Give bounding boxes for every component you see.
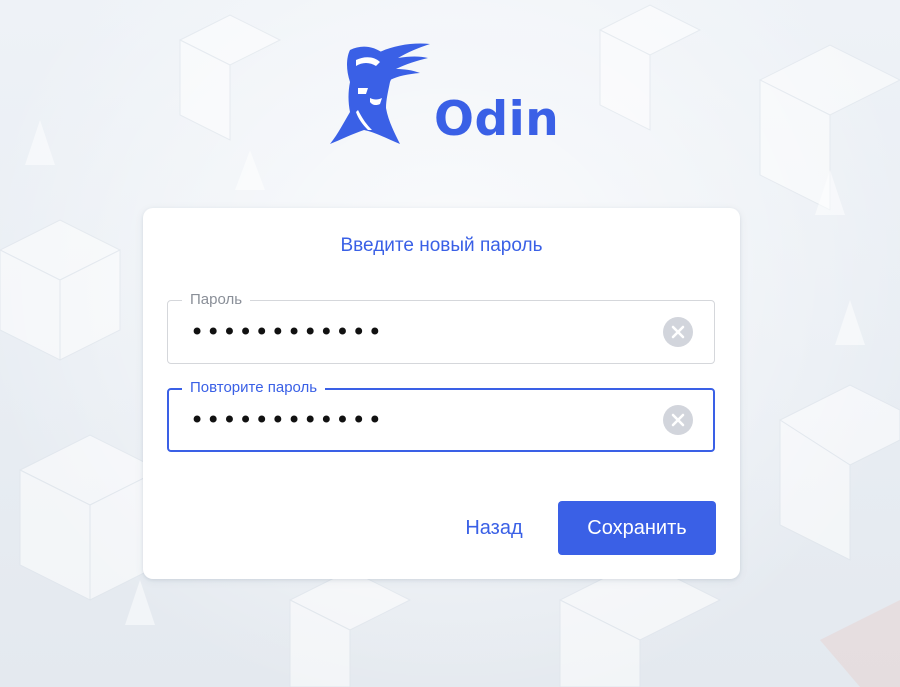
reset-password-card: Введите новый пароль Пароль ••••••••••••…: [143, 208, 740, 579]
form-title: Введите новый пароль: [340, 235, 543, 256]
password-field-value[interactable]: ••••••••••••: [190, 319, 384, 345]
password-field-label: Пароль: [182, 291, 251, 309]
clear-password-button[interactable]: [663, 317, 693, 347]
brand-name: Odin: [434, 92, 560, 147]
clear-circle-icon: [671, 325, 685, 339]
confirm-password-field-value[interactable]: ••••••••••••: [190, 407, 384, 433]
odin-logo: Odin: [328, 42, 568, 148]
confirm-password-field-label: Повторите пароль: [182, 379, 326, 397]
clear-circle-icon: [671, 413, 685, 427]
odin-winged-helmet-logo-icon: [330, 43, 430, 144]
confirm-password-field[interactable]: Повторите пароль ••••••••••••: [167, 379, 715, 452]
clear-confirm-password-button[interactable]: [663, 405, 693, 435]
password-field[interactable]: Пароль ••••••••••••: [167, 291, 715, 364]
save-button[interactable]: Сохранить: [558, 501, 716, 555]
back-button[interactable]: Назад: [449, 501, 539, 555]
